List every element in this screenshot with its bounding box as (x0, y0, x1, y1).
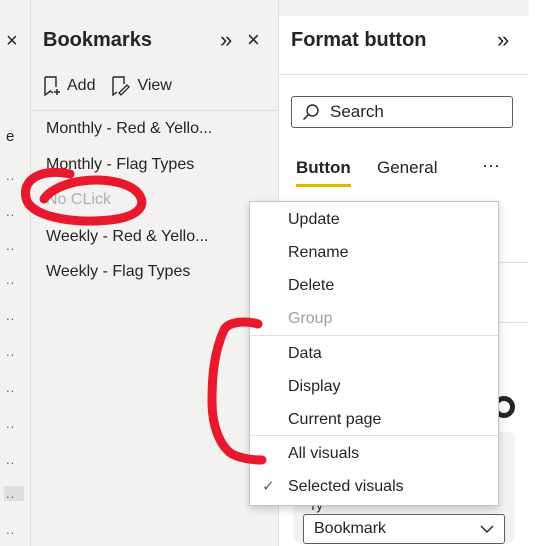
menu-divider (250, 435, 498, 436)
more-options-icon[interactable]: .. (6, 344, 15, 359)
divider (279, 74, 529, 75)
pane-title: Format button (291, 29, 427, 51)
menu-item-rename[interactable]: Rename (250, 236, 498, 269)
expand-pane-icon[interactable]: » (220, 27, 232, 53)
search-input[interactable] (328, 101, 502, 123)
view-bookmark-icon (112, 76, 131, 96)
view-label: View (137, 77, 172, 94)
type-dropdown[interactable]: Bookmark (303, 514, 505, 544)
bookmark-item[interactable]: Weekly - Flag Types (46, 263, 190, 281)
tab-general[interactable]: General (377, 158, 437, 178)
menu-item-display[interactable]: Display (250, 370, 498, 403)
menu-item-label: Selected visuals (288, 478, 404, 495)
more-options-icon[interactable]: .. (6, 522, 15, 537)
bookmarks-toolbar: Add View (43, 76, 172, 96)
view-bookmarks-button[interactable]: View (111, 76, 172, 96)
more-options-icon[interactable]: .. (6, 238, 15, 253)
add-bookmark-button[interactable]: Add (43, 76, 95, 96)
menu-item-label: Rename (288, 244, 349, 261)
add-label: Add (67, 77, 96, 94)
close-icon[interactable]: × (247, 27, 260, 53)
more-options-icon[interactable]: .. (6, 308, 15, 323)
bookmark-item[interactable]: Monthly - Red & Yello... (46, 120, 212, 138)
more-options-icon[interactable]: .. (6, 380, 15, 395)
menu-item-current-page[interactable]: Current page (250, 403, 498, 436)
search-field[interactable] (291, 96, 513, 128)
more-options-icon[interactable]: ··· (482, 155, 500, 176)
menu-item-update[interactable]: Update (250, 203, 498, 236)
pane-title: Bookmarks (43, 29, 152, 51)
tab-button[interactable]: Button (296, 158, 351, 187)
add-bookmark-icon (44, 76, 60, 96)
bookmark-item[interactable]: Weekly - Red & Yello... (46, 228, 208, 246)
more-options-icon[interactable]: .. (6, 416, 15, 431)
menu-item-delete[interactable]: Delete (250, 269, 498, 302)
search-icon (302, 104, 319, 121)
bookmark-context-menu: Update Rename Delete Group Data Display … (249, 201, 499, 506)
menu-item-label: Update (288, 211, 340, 228)
menu-divider (250, 335, 498, 336)
divider (31, 110, 278, 111)
menu-item-selected-visuals[interactable]: ✓ Selected visuals (250, 470, 498, 503)
menu-item-label: Display (288, 378, 341, 395)
menu-item-data[interactable]: Data (250, 337, 498, 370)
expand-pane-icon[interactable]: » (497, 27, 509, 53)
menu-item-label: Delete (288, 277, 335, 294)
truncated-label: e (6, 128, 15, 145)
more-options-icon[interactable]: .. (4, 486, 24, 501)
collapsed-left-pane: × e .. .. .. .. .. .. .. .. .. .. .. (0, 0, 31, 546)
more-options-icon[interactable]: .. (6, 272, 15, 287)
type-dropdown-value: Bookmark (314, 520, 387, 537)
menu-item-group[interactable]: Group (250, 302, 498, 335)
pane-top-band (279, 0, 529, 16)
check-icon: ✓ (262, 478, 275, 495)
close-icon[interactable]: × (6, 30, 18, 53)
menu-item-label: Current page (288, 411, 382, 428)
bookmark-item[interactable]: No CLick (46, 191, 111, 209)
more-options-icon[interactable]: .. (6, 168, 15, 183)
bookmarks-pane: Bookmarks » × Add View Monthly - Red & Y… (31, 0, 279, 546)
menu-item-label: Data (288, 345, 322, 362)
more-options-icon[interactable]: .. (6, 452, 15, 467)
chevron-down-icon (480, 525, 494, 533)
menu-item-all-visuals[interactable]: All visuals (250, 437, 498, 470)
more-options-icon[interactable]: .. (6, 204, 15, 219)
bookmark-item[interactable]: Monthly - Flag Types (46, 156, 194, 174)
menu-item-label: Group (288, 310, 333, 327)
menu-item-label: All visuals (288, 445, 360, 462)
